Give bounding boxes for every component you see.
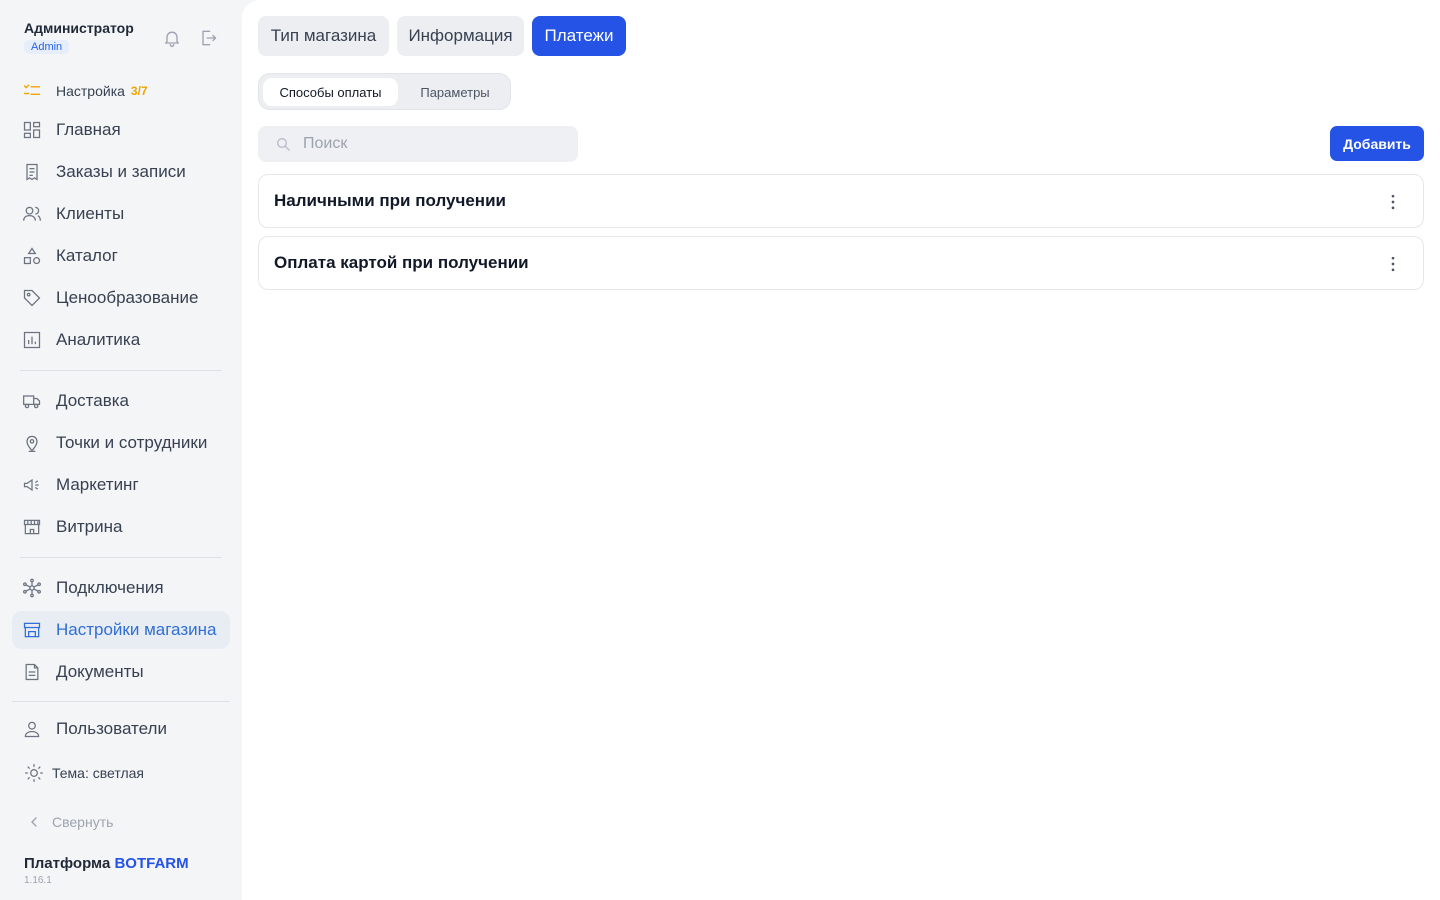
tab-payments[interactable]: Платежи — [532, 16, 626, 56]
megaphone-icon — [22, 475, 42, 495]
user-name: Администратор — [24, 20, 134, 36]
sidebar-item-label: Каталог — [56, 246, 118, 265]
shapes-icon — [22, 246, 42, 266]
sidebar-divider — [12, 701, 230, 702]
sidebar-item-integrations[interactable]: Подключения — [12, 569, 230, 607]
sun-icon — [24, 763, 44, 783]
sidebar-item-label: Настройка — [56, 83, 125, 99]
theme-toggle[interactable]: Тема: светлая — [12, 754, 230, 792]
payments-subtabs: Способы оплаты Параметры — [258, 73, 511, 110]
sidebar-item-label: Маркетинг — [56, 475, 139, 494]
sidebar-item-catalog[interactable]: Каталог — [12, 237, 230, 275]
network-icon — [22, 578, 42, 598]
more-vertical-icon[interactable] — [1383, 254, 1403, 274]
tag-icon — [22, 288, 42, 308]
sidebar-item-label: Пользователи — [56, 719, 167, 738]
sidebar-item-label: Документы — [56, 662, 144, 681]
logout-icon[interactable] — [198, 28, 218, 48]
platform-brand: BOTFARM — [114, 855, 189, 872]
tab-shop-type[interactable]: Тип магазина — [258, 16, 389, 56]
store-settings-icon — [22, 620, 42, 640]
user-block: Администратор Admin — [24, 20, 134, 55]
user-role-badge: Admin — [24, 40, 70, 54]
payment-method-title: Оплата картой при получении — [274, 253, 529, 272]
sidebar-item-setup[interactable]: Настройка 3/7 — [12, 72, 230, 110]
storefront-icon — [22, 517, 42, 537]
sidebar-item-label: Витрина — [56, 517, 123, 536]
tab-information[interactable]: Информация — [397, 16, 524, 56]
sidebar-item-storefront[interactable]: Витрина — [12, 508, 230, 546]
payment-method-row[interactable]: Наличными при получении — [258, 174, 1424, 228]
sidebar-item-label: Главная — [56, 120, 121, 139]
sidebar-item-documents[interactable]: Документы — [12, 653, 230, 691]
more-vertical-icon[interactable] — [1383, 192, 1403, 212]
subtab-payment-methods[interactable]: Способы оплаты — [263, 78, 398, 106]
chevron-left-icon — [26, 814, 42, 830]
truck-icon — [22, 391, 42, 411]
chart-icon — [22, 330, 42, 350]
sidebar-item-label: Аналитика — [56, 330, 141, 349]
sidebar-item-store-settings[interactable]: Настройки магазина — [12, 611, 230, 649]
platform-name: Платформа BOTFARM — [24, 855, 189, 872]
collapse-label: Свернуть — [52, 814, 114, 830]
bell-icon[interactable] — [162, 28, 182, 48]
sidebar: Администратор Admin Настройка 3/7 Главна… — [0, 0, 242, 900]
checklist-icon — [22, 81, 42, 101]
sidebar-item-label: Заказы и записи — [56, 162, 186, 181]
app-version: 1.16.1 — [24, 875, 52, 886]
document-icon — [22, 662, 42, 682]
sidebar-item-label: Клиенты — [56, 204, 125, 223]
sidebar-item-pricing[interactable]: Ценообразование — [12, 279, 230, 317]
search-icon — [275, 136, 291, 152]
sidebar-divider — [20, 370, 222, 371]
dashboard-icon — [22, 120, 42, 140]
add-payment-method-button[interactable]: Добавить — [1330, 126, 1424, 161]
sidebar-item-label: Точки и сотрудники — [56, 433, 208, 452]
users-icon — [22, 204, 42, 224]
sidebar-item-label: Подключения — [56, 578, 164, 597]
main-content: Тип магазина Информация Платежи Способы … — [242, 0, 1440, 900]
sidebar-item-label: Ценообразование — [56, 288, 199, 307]
theme-label: Тема: светлая — [52, 765, 144, 781]
search-input[interactable] — [303, 135, 553, 153]
sidebar-item-label: Настройки магазина — [56, 620, 217, 639]
sidebar-item-delivery[interactable]: Доставка — [12, 382, 230, 420]
collapse-sidebar-button[interactable]: Свернуть — [26, 814, 113, 830]
subtab-parameters[interactable]: Параметры — [404, 78, 506, 106]
map-pin-icon — [22, 433, 42, 453]
payment-method-row[interactable]: Оплата картой при получении — [258, 236, 1424, 290]
sidebar-item-locations[interactable]: Точки и сотрудники — [12, 424, 230, 462]
search-box — [258, 126, 578, 162]
receipt-icon — [22, 162, 42, 182]
sidebar-item-clients[interactable]: Клиенты — [12, 195, 230, 233]
sidebar-item-marketing[interactable]: Маркетинг — [12, 466, 230, 504]
sidebar-item-label: Доставка — [56, 391, 130, 410]
sidebar-item-analytics[interactable]: Аналитика — [12, 321, 230, 359]
sidebar-divider — [20, 557, 222, 558]
platform-prefix: Платформа — [24, 855, 111, 872]
sidebar-item-orders[interactable]: Заказы и записи — [12, 153, 230, 191]
sidebar-item-users[interactable]: Пользователи — [12, 710, 230, 748]
payment-method-title: Наличными при получении — [274, 191, 506, 210]
user-icon — [22, 719, 42, 739]
setup-progress-badge: 3/7 — [130, 84, 148, 98]
sidebar-item-home[interactable]: Главная — [12, 111, 230, 149]
